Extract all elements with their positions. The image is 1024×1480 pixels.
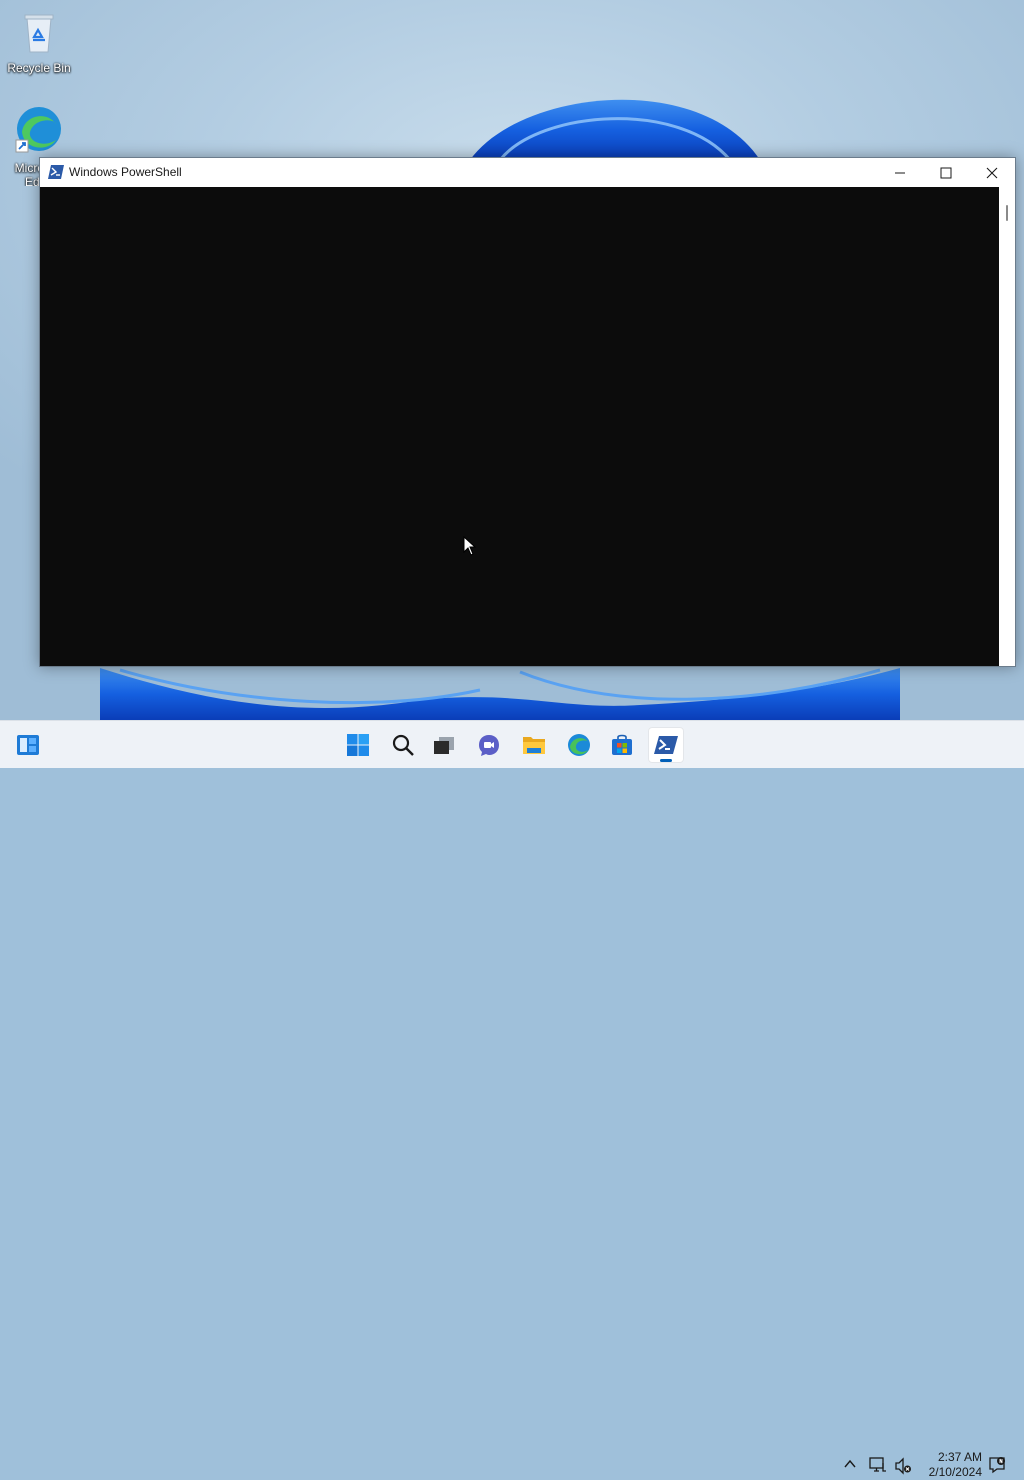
vertical-scrollbar[interactable] — [999, 187, 1015, 666]
edge-icon — [15, 107, 61, 153]
edge-taskbar-button[interactable] — [561, 727, 597, 763]
task-view-icon — [434, 737, 454, 754]
chat-button[interactable] — [471, 727, 507, 763]
mouse-pointer-icon — [463, 536, 477, 556]
widgets-button[interactable] — [10, 727, 46, 763]
powershell-icon — [654, 736, 678, 754]
clock-time: 2:37 AM — [937, 1450, 982, 1464]
notification-icon[interactable] — [988, 1456, 1006, 1474]
task-view-button[interactable] — [426, 727, 462, 763]
chevron-up-icon[interactable] — [842, 1456, 858, 1472]
clock-date: 2/10/2024 — [928, 1465, 982, 1479]
network-icon[interactable] — [869, 1456, 887, 1474]
system-clock[interactable]: 2:37 AM 2/10/2024 — [916, 1450, 982, 1480]
powershell-window[interactable]: Windows PowerShell — [39, 157, 1016, 667]
console-area[interactable] — [40, 187, 999, 666]
powershell-taskbar-button[interactable] — [648, 727, 684, 763]
search-button[interactable] — [385, 727, 421, 763]
powershell-icon — [48, 165, 64, 179]
taskbar: 2:37 AM 2/10/2024 — [0, 720, 1024, 1479]
window-titlebar[interactable]: Windows PowerShell — [40, 158, 1015, 187]
active-indicator — [660, 759, 672, 762]
maximize-button[interactable] — [923, 158, 969, 187]
minimize-icon — [895, 172, 905, 174]
recycle-bin-icon — [24, 14, 54, 53]
minimize-button[interactable] — [877, 158, 923, 187]
widgets-icon — [17, 735, 39, 755]
window-title: Windows PowerShell — [69, 165, 182, 179]
store-button[interactable] — [604, 727, 640, 763]
close-icon — [986, 167, 998, 179]
volume-muted-icon[interactable] — [894, 1457, 912, 1475]
desktop-icon-label: Recycle Bin — [7, 61, 71, 75]
chat-icon — [479, 735, 499, 756]
close-button[interactable] — [969, 158, 1015, 187]
windows-logo-icon — [347, 734, 369, 756]
maximize-icon — [940, 167, 952, 179]
scrollbar-thumb[interactable] — [1006, 205, 1008, 221]
store-icon — [612, 734, 632, 755]
edge-icon — [568, 734, 590, 756]
desktop-icon-recycle-bin[interactable]: Recycle Bin — [1, 10, 77, 75]
file-explorer-button[interactable] — [516, 727, 552, 763]
search-icon — [392, 734, 414, 756]
folder-icon — [523, 737, 545, 754]
start-button[interactable] — [340, 727, 376, 763]
